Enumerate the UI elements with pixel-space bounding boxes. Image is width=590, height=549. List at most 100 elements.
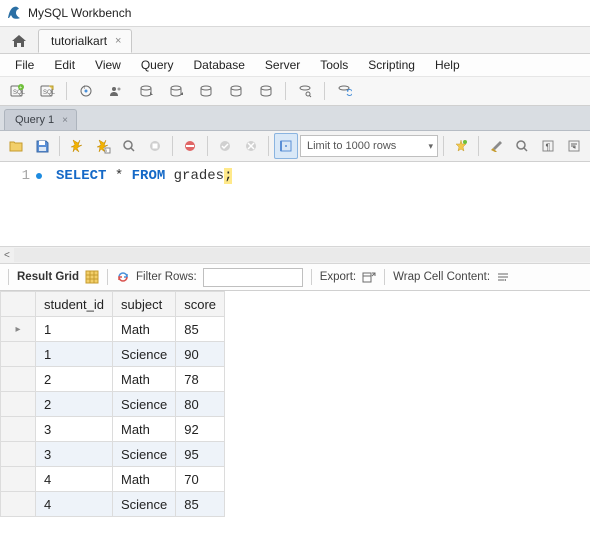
menu-server[interactable]: Server: [256, 56, 309, 74]
cell[interactable]: 2: [36, 392, 113, 417]
cell[interactable]: 1: [36, 342, 113, 367]
cell[interactable]: 4: [36, 467, 113, 492]
stop-button[interactable]: [143, 133, 167, 159]
table-row[interactable]: ▸ 1 Math 85: [1, 317, 225, 342]
column-header[interactable]: student_id: [36, 292, 113, 317]
home-button[interactable]: [4, 29, 34, 53]
cell[interactable]: 78: [176, 367, 225, 392]
column-header[interactable]: score: [176, 292, 225, 317]
menu-tools[interactable]: Tools: [311, 56, 357, 74]
column-header[interactable]: subject: [113, 292, 176, 317]
table-row[interactable]: 3 Science 95: [1, 442, 225, 467]
scroll-left-icon[interactable]: <: [0, 250, 14, 261]
svg-text:I: I: [106, 148, 107, 153]
cell[interactable]: 4: [36, 492, 113, 517]
cell[interactable]: 1: [36, 317, 113, 342]
toggle-autocommit-button[interactable]: [178, 133, 202, 159]
scroll-track[interactable]: [14, 248, 590, 262]
row-indicator: [1, 392, 36, 417]
cell[interactable]: Math: [113, 367, 176, 392]
cell[interactable]: Math: [113, 417, 176, 442]
cell[interactable]: Math: [113, 317, 176, 342]
cell[interactable]: 85: [176, 492, 225, 517]
editor-separator: [268, 136, 269, 156]
find-button[interactable]: [510, 133, 534, 159]
query-tab[interactable]: Query 1 ×: [4, 109, 77, 130]
save-button[interactable]: [30, 133, 54, 159]
new-sql-tab-button[interactable]: SQL+: [4, 79, 30, 103]
cell[interactable]: 92: [176, 417, 225, 442]
import-button[interactable]: [163, 79, 189, 103]
table-row[interactable]: 3 Math 92: [1, 417, 225, 442]
editor-gutter: 1: [0, 162, 50, 246]
server-status-button[interactable]: i: [73, 79, 99, 103]
brush-button[interactable]: [484, 133, 508, 159]
cell[interactable]: 95: [176, 442, 225, 467]
editor-separator: [443, 136, 444, 156]
table-row[interactable]: 2 Math 78: [1, 367, 225, 392]
result-separator: [311, 269, 312, 285]
sql-editor[interactable]: 1 SELECT * FROM grades;: [0, 162, 590, 246]
row-indicator: [1, 367, 36, 392]
cell[interactable]: Science: [113, 442, 176, 467]
table-row[interactable]: 1 Science 90: [1, 342, 225, 367]
grid-view-icon[interactable]: [85, 270, 99, 284]
toggle-whitespace-button[interactable]: [274, 133, 298, 159]
filter-rows-input[interactable]: [203, 268, 303, 287]
wrap-cell-icon[interactable]: [496, 270, 510, 284]
cell[interactable]: Science: [113, 392, 176, 417]
cell[interactable]: 80: [176, 392, 225, 417]
menu-view[interactable]: View: [86, 56, 130, 74]
beautify-button[interactable]: [449, 133, 473, 159]
db-button-2[interactable]: [223, 79, 249, 103]
execute-all-button[interactable]: [65, 133, 89, 159]
reconnect-button[interactable]: [331, 79, 357, 103]
table-row[interactable]: 4 Science 85: [1, 492, 225, 517]
menu-file[interactable]: File: [6, 56, 43, 74]
cell[interactable]: 3: [36, 417, 113, 442]
export-button[interactable]: [133, 79, 159, 103]
statement-marker-icon: [36, 173, 42, 179]
connection-tab[interactable]: tutorialkart ×: [38, 29, 132, 53]
title-bar: MySQL Workbench: [0, 0, 590, 27]
mysql-workbench-icon: [6, 5, 22, 21]
cell[interactable]: Math: [113, 467, 176, 492]
commit-button[interactable]: [213, 133, 237, 159]
open-file-button[interactable]: [4, 133, 28, 159]
menu-database[interactable]: Database: [185, 56, 254, 74]
menu-edit[interactable]: Edit: [45, 56, 84, 74]
cell[interactable]: 90: [176, 342, 225, 367]
close-query-tab-icon[interactable]: ×: [62, 115, 68, 126]
cell[interactable]: 85: [176, 317, 225, 342]
menu-query[interactable]: Query: [132, 56, 183, 74]
editor-horizontal-scrollbar[interactable]: <: [0, 246, 590, 264]
refresh-icon[interactable]: [116, 270, 130, 284]
result-grid[interactable]: student_id subject score ▸ 1 Math 85 1 S…: [0, 291, 225, 517]
explain-button[interactable]: [117, 133, 141, 159]
cell[interactable]: Science: [113, 342, 176, 367]
cell[interactable]: 3: [36, 442, 113, 467]
menu-scripting[interactable]: Scripting: [359, 56, 424, 74]
db-button-3[interactable]: [253, 79, 279, 103]
row-header-corner: [1, 292, 36, 317]
cell[interactable]: Science: [113, 492, 176, 517]
table-row[interactable]: 4 Math 70: [1, 467, 225, 492]
rollback-button[interactable]: [239, 133, 263, 159]
execute-current-button[interactable]: I: [91, 133, 115, 159]
open-sql-file-button[interactable]: SQL: [34, 79, 60, 103]
wrap-button[interactable]: [562, 133, 586, 159]
cell[interactable]: 2: [36, 367, 113, 392]
users-button[interactable]: [103, 79, 129, 103]
editor-toolbar: I Limit to 1000 rows ¶: [0, 131, 590, 162]
row-indicator: [1, 442, 36, 467]
export-icon[interactable]: [362, 270, 376, 284]
menu-help[interactable]: Help: [426, 56, 469, 74]
close-connection-icon[interactable]: ×: [115, 35, 121, 47]
toggle-invisible-button[interactable]: ¶: [536, 133, 560, 159]
table-row[interactable]: 2 Science 80: [1, 392, 225, 417]
sql-code[interactable]: SELECT * FROM grades;: [50, 162, 232, 246]
cell[interactable]: 70: [176, 467, 225, 492]
limit-rows-select[interactable]: Limit to 1000 rows: [300, 135, 438, 157]
db-button-1[interactable]: [193, 79, 219, 103]
search-button[interactable]: [292, 79, 318, 103]
